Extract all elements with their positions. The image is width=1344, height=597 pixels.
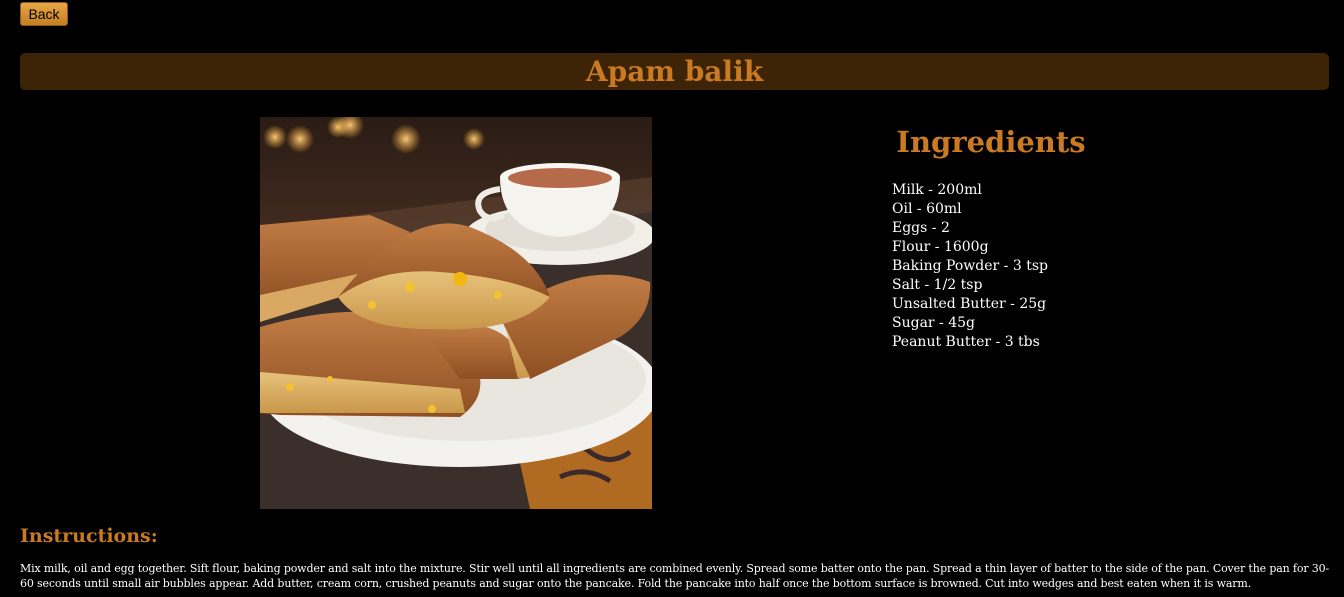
ingredient-item: Flour - 1600g	[892, 239, 989, 255]
ingredient-item: Oil - 60ml	[892, 201, 962, 217]
title-bar: Apam balik	[20, 53, 1329, 90]
recipe-image	[260, 117, 652, 509]
ingredient-item: Baking Powder - 3 tsp	[892, 258, 1048, 274]
ingredient-item: Sugar - 45g	[892, 315, 976, 331]
recipe-title: Apam balik	[585, 55, 764, 88]
ingredient-item: Salt - 1/2 tsp	[892, 277, 983, 293]
ingredients-heading: Ingredients	[896, 125, 1086, 159]
ingredient-item: Peanut Butter - 3 tbs	[892, 334, 1040, 350]
instructions-heading: Instructions:	[20, 525, 158, 547]
back-button[interactable]: Back	[20, 2, 68, 26]
ingredient-item: Unsalted Butter - 25g	[892, 296, 1047, 312]
instructions-text: Mix milk, oil and egg together. Sift flo…	[20, 562, 1330, 590]
ingredient-item: Eggs - 2	[892, 220, 950, 236]
ingredient-item: Milk - 200ml	[892, 182, 982, 198]
ingredients-list: Milk - 200ml Oil - 60ml Eggs - 2 Flour -…	[892, 181, 1048, 352]
